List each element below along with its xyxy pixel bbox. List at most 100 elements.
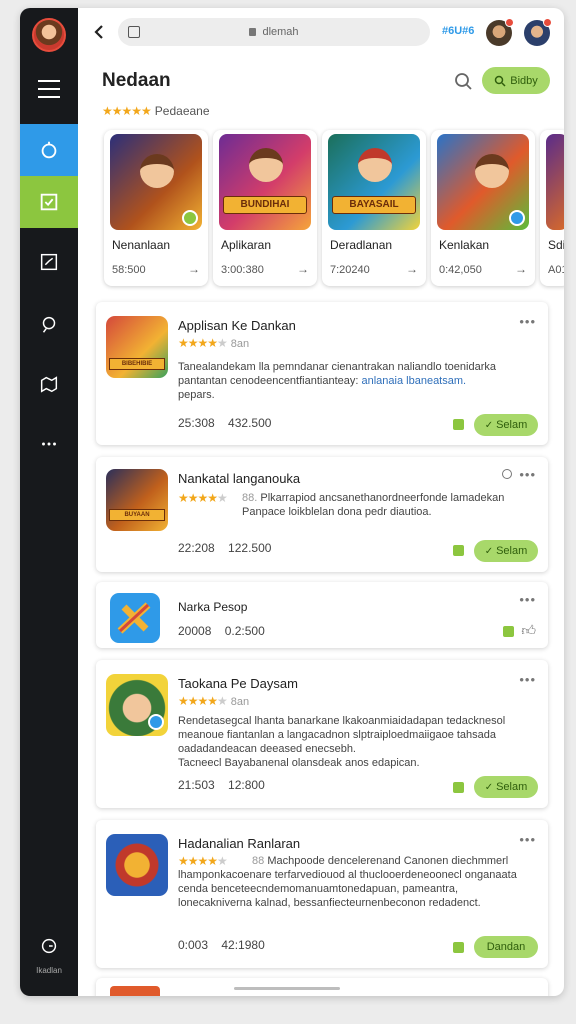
stat-1: 22:208 — [178, 541, 215, 555]
list-item[interactable]: BIBEHIBIE Applisan Ke Dankan ★★★★★ 8an Ta… — [96, 302, 548, 445]
address-bar[interactable]: dlemah — [118, 18, 430, 46]
item-description: 88 Machpoode dencelerenand Canonen diech… — [178, 854, 530, 910]
star-rating-icon: ★★★★★ 8an — [178, 336, 250, 350]
character-art — [358, 148, 392, 182]
sidebar-more-icon[interactable] — [20, 418, 78, 470]
tag-icon — [453, 419, 464, 430]
item-stats: 21:503 12:800 — [178, 778, 265, 792]
desc-link[interactable]: anlanaia lbaneatsam. — [362, 375, 467, 387]
featured-card[interactable]: BUNDIHAI Aplikaran 3:00:380 → — [213, 130, 317, 286]
game-logo-text: BUNDIHAI — [223, 196, 307, 214]
rating-count: 88. — [242, 492, 258, 504]
app-icon: BUYAAN — [106, 469, 168, 531]
character-art — [140, 154, 174, 188]
check-icon: ✓ — [484, 545, 494, 557]
search-icon[interactable] — [454, 72, 474, 92]
item-title: Hadanalian Ranlaran — [178, 836, 301, 851]
select-button[interactable]: ✓ Selam — [474, 540, 538, 562]
arrow-right-icon: → — [297, 262, 309, 276]
card-title: Sdis — [548, 238, 564, 252]
sidebar-item-gallery[interactable] — [20, 358, 78, 410]
item-title: Taokana Pe Daysam — [178, 676, 298, 691]
card-title: Kenlakan — [439, 238, 490, 252]
notification-dot — [543, 18, 552, 27]
sidebar-item-location[interactable] — [20, 298, 78, 350]
star-rating-icon: ★★★★★ — [102, 104, 152, 118]
sidebar-item-library[interactable] — [20, 176, 78, 228]
list-item[interactable]: Hadanalian Ranlaran ★★★★★ 88 Machpoode d… — [96, 820, 548, 968]
stat-2: 42:1980 — [221, 938, 265, 952]
app-icon — [110, 593, 160, 643]
item-stats: 0:003 42:1980 — [178, 938, 265, 952]
select-button[interactable]: Dandan — [474, 936, 538, 958]
sidebar-item-discover[interactable] — [20, 124, 78, 176]
character-art — [475, 154, 509, 188]
arrow-right-icon: → — [406, 262, 418, 276]
chart-icon — [40, 253, 58, 271]
back-arrow-icon[interactable] — [92, 24, 106, 40]
more-options-icon[interactable]: ••• — [519, 672, 536, 687]
desc-text: Plkarrapiod ancsanethanordneerfonde lama… — [242, 492, 505, 518]
desc-text: Rendetasegcal lhanta banarkane lkakoanmi… — [178, 715, 506, 755]
stat-2: 0.2:500 — [224, 624, 265, 638]
list-item[interactable]: Narka Pesop 20008 0.2:500 ••• 👍︎ — [96, 582, 548, 648]
friend-avatar[interactable] — [486, 18, 514, 46]
list-item[interactable]: BUYAAN Nankatal langanouka ★★★★★ 88. Plk… — [96, 457, 548, 572]
checkbox-icon — [40, 193, 58, 211]
item-stats: 25:308 432.500 — [178, 416, 271, 430]
tabs-icon[interactable] — [128, 26, 140, 38]
hamburger-menu-icon[interactable] — [38, 80, 60, 98]
rating-label: Pedaeane — [154, 104, 210, 118]
more-options-icon[interactable]: ••• — [519, 467, 536, 482]
featured-card[interactable]: BAYASAIL Deradlanan 7:20240 → — [322, 130, 426, 286]
featured-card[interactable]: Nenanlaan 58:500 → — [104, 130, 208, 286]
app-frame: Ikadlan dlemah #6U#6 Nedaan ★★★★★ Pedaean… — [20, 8, 564, 996]
app-icon — [110, 986, 160, 996]
item-title: Narka Pesop — [178, 600, 248, 614]
profile-avatar[interactable] — [32, 18, 66, 52]
more-options-icon[interactable]: ••• — [519, 832, 536, 847]
sidebar-bottom-label: Ikadlan — [36, 966, 62, 975]
star-rating-icon: ★★★★★ — [178, 491, 228, 505]
button-label: Selam — [496, 781, 528, 793]
info-icon[interactable] — [502, 469, 512, 479]
check-icon: ✓ — [484, 419, 494, 431]
url-text: dlemah — [262, 26, 299, 38]
user-avatar[interactable] — [524, 18, 552, 46]
sidebar-item-stats[interactable] — [20, 236, 78, 288]
compass-icon — [41, 141, 57, 159]
sidebar-settings[interactable] — [20, 928, 78, 964]
list-item[interactable]: Taokana Pe Daysam ★★★★★ 8an Rendetasegcal… — [96, 660, 548, 808]
item-stats: 20008 0.2:500 — [178, 624, 265, 638]
browser-toolbar: dlemah #6U#6 — [78, 8, 564, 58]
featured-carousel: Nenanlaan 58:500 → BUNDIHAI Aplikaran 3:… — [98, 130, 564, 296]
verified-badge-icon — [182, 210, 198, 226]
item-title: Nankatal langanouka — [178, 471, 301, 486]
card-title: Aplikaran — [221, 238, 272, 252]
home-indicator[interactable] — [234, 987, 340, 990]
desc-text-2: Tacneecl Bayabanenal olansdeak anos edap… — [178, 757, 420, 769]
image-icon — [40, 376, 58, 393]
desc-text-2: pepars. — [178, 389, 215, 401]
item-description: Rendetasegcal lhanta banarkane lkakoanmi… — [178, 714, 530, 770]
primary-pill-button[interactable]: Bidby — [482, 67, 550, 94]
card-meta: 58:500 — [112, 264, 146, 276]
stat-1: 25:308 — [178, 416, 215, 430]
select-button[interactable]: ✓ Selam — [474, 776, 538, 798]
button-label: Selam — [496, 545, 528, 557]
select-button[interactable]: ✓ Selam — [474, 414, 538, 436]
featured-card[interactable]: Sdis A01 — [540, 130, 564, 286]
arrow-right-icon: → — [188, 262, 200, 276]
page-title: Nedaan — [102, 70, 171, 91]
thumbs-up-icon[interactable]: 👍︎ — [521, 622, 536, 639]
more-options-icon[interactable]: ••• — [519, 592, 536, 607]
stat-1: 0:003 — [178, 938, 209, 952]
item-title: Applisan Ke Dankan — [178, 318, 296, 333]
more-options-icon[interactable]: ••• — [519, 314, 536, 329]
pin-icon — [42, 316, 56, 333]
stat-2: 122.500 — [228, 541, 272, 555]
app-logo-icon — [117, 602, 151, 634]
app-icon — [106, 834, 168, 896]
featured-card[interactable]: Kenlakan 0:42,050 → — [431, 130, 535, 286]
game-art: BUNDIHAI — [219, 134, 311, 230]
